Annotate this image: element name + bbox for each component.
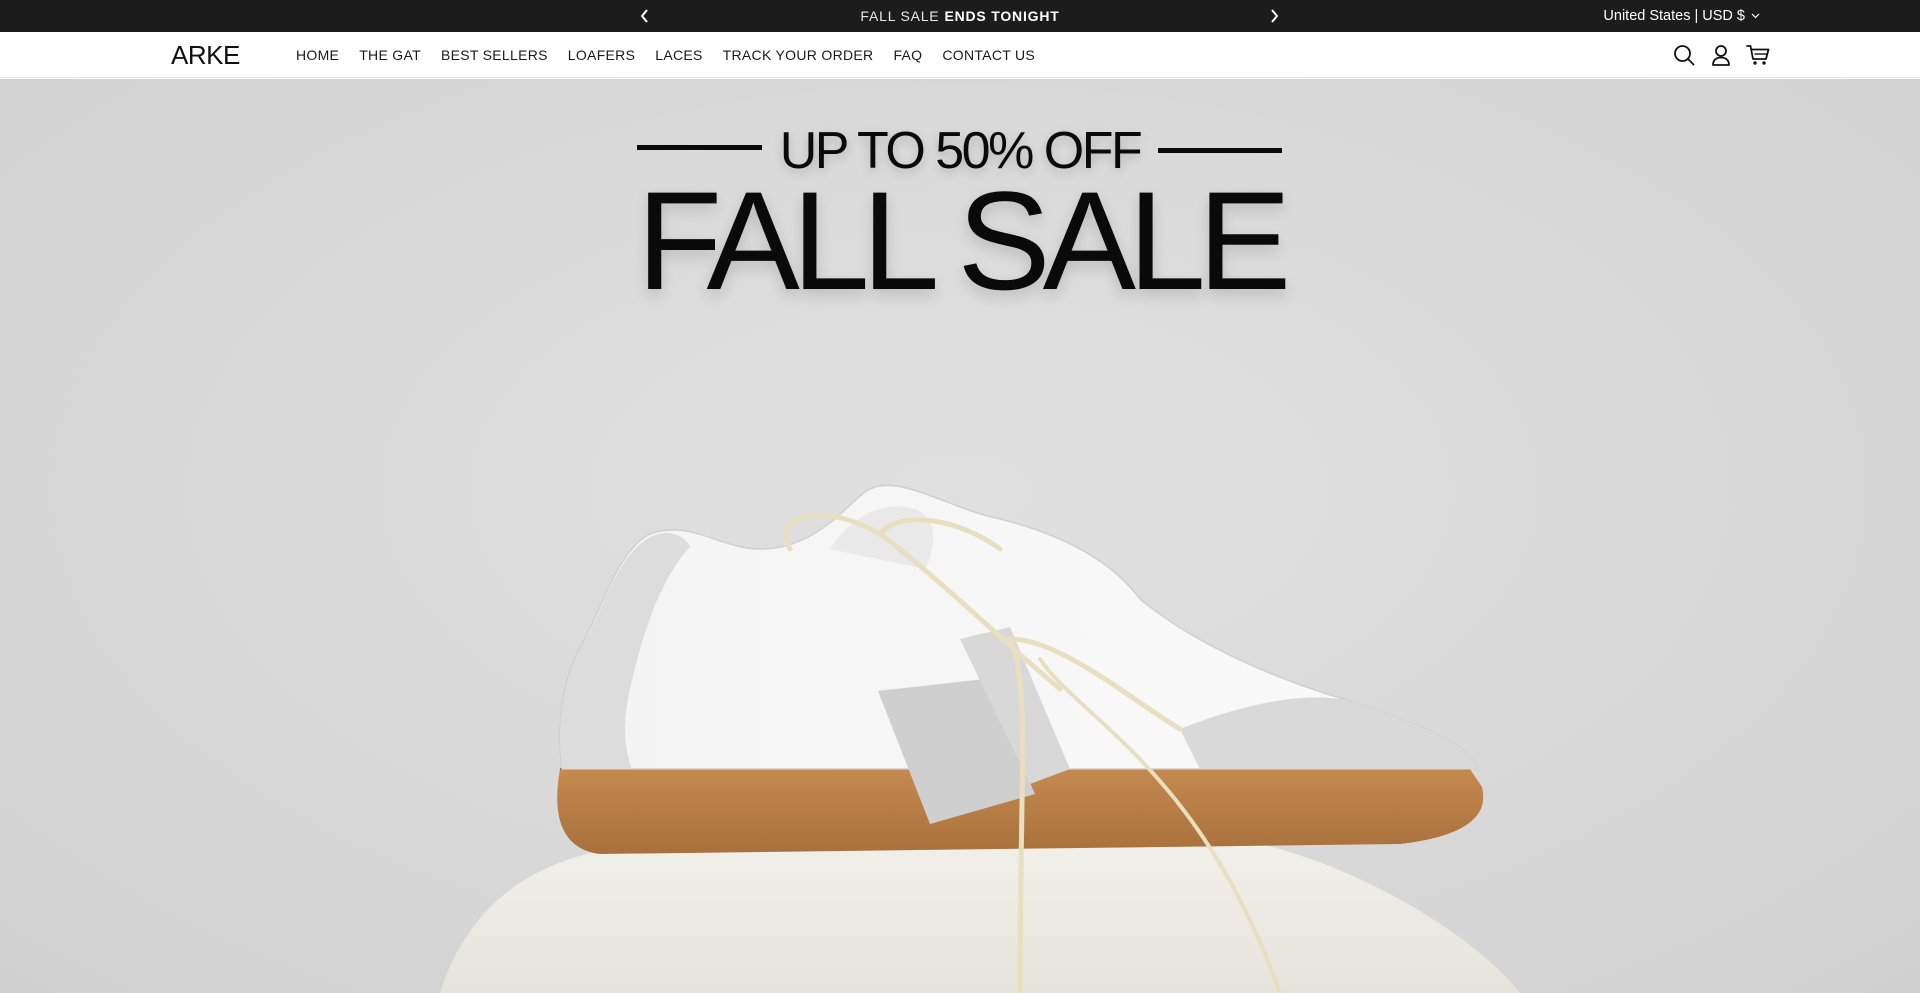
nav-item-laces[interactable]: LACES [645,47,712,63]
chevron-right-icon [1271,9,1279,23]
nav-item-track-your-order[interactable]: TRACK YOUR ORDER [713,47,884,63]
header-actions [1672,32,1770,78]
announcement-next-button[interactable] [1258,0,1290,32]
locale-selector[interactable]: United States | USD $ [1603,0,1760,32]
main-nav: HOME THE GAT BEST SELLERS LOAFERS LACES … [286,32,1045,78]
announcement-prev-button[interactable] [629,0,661,32]
announcement-highlight: ENDS TONIGHT [944,8,1060,24]
cart-icon [1746,45,1770,65]
nav-item-faq[interactable]: FAQ [883,47,932,63]
hero-sneaker-image [440,484,1520,993]
locale-label: United States | USD $ [1603,8,1745,24]
nav-item-contact-us[interactable]: CONTACT US [932,47,1045,63]
account-icon [1712,45,1730,66]
site-logo[interactable]: ARKE [171,39,240,71]
nav-item-best-sellers[interactable]: BEST SELLERS [431,47,558,63]
chevron-left-icon [640,9,648,23]
nav-item-loafers[interactable]: LOAFERS [558,47,645,63]
search-button[interactable] [1672,43,1696,67]
nav-item-home[interactable]: HOME [286,47,349,63]
chevron-down-icon [1751,13,1760,19]
hero-banner[interactable]: UP TO 50% OFF FALL SALE [0,79,1920,993]
site-header: ARKE HOME THE GAT BEST SELLERS LOAFERS L… [0,32,1920,78]
nav-item-the-gat[interactable]: THE GAT [349,47,431,63]
search-icon [1674,45,1695,66]
account-button[interactable] [1709,43,1733,67]
announcement-text: FALL SALE [860,8,940,24]
announcement-message[interactable]: FALL SALE ENDS TONIGHT [760,0,1160,32]
cart-button[interactable] [1746,43,1770,67]
announcement-bar: FALL SALE ENDS TONIGHT United States | U… [0,0,1920,32]
